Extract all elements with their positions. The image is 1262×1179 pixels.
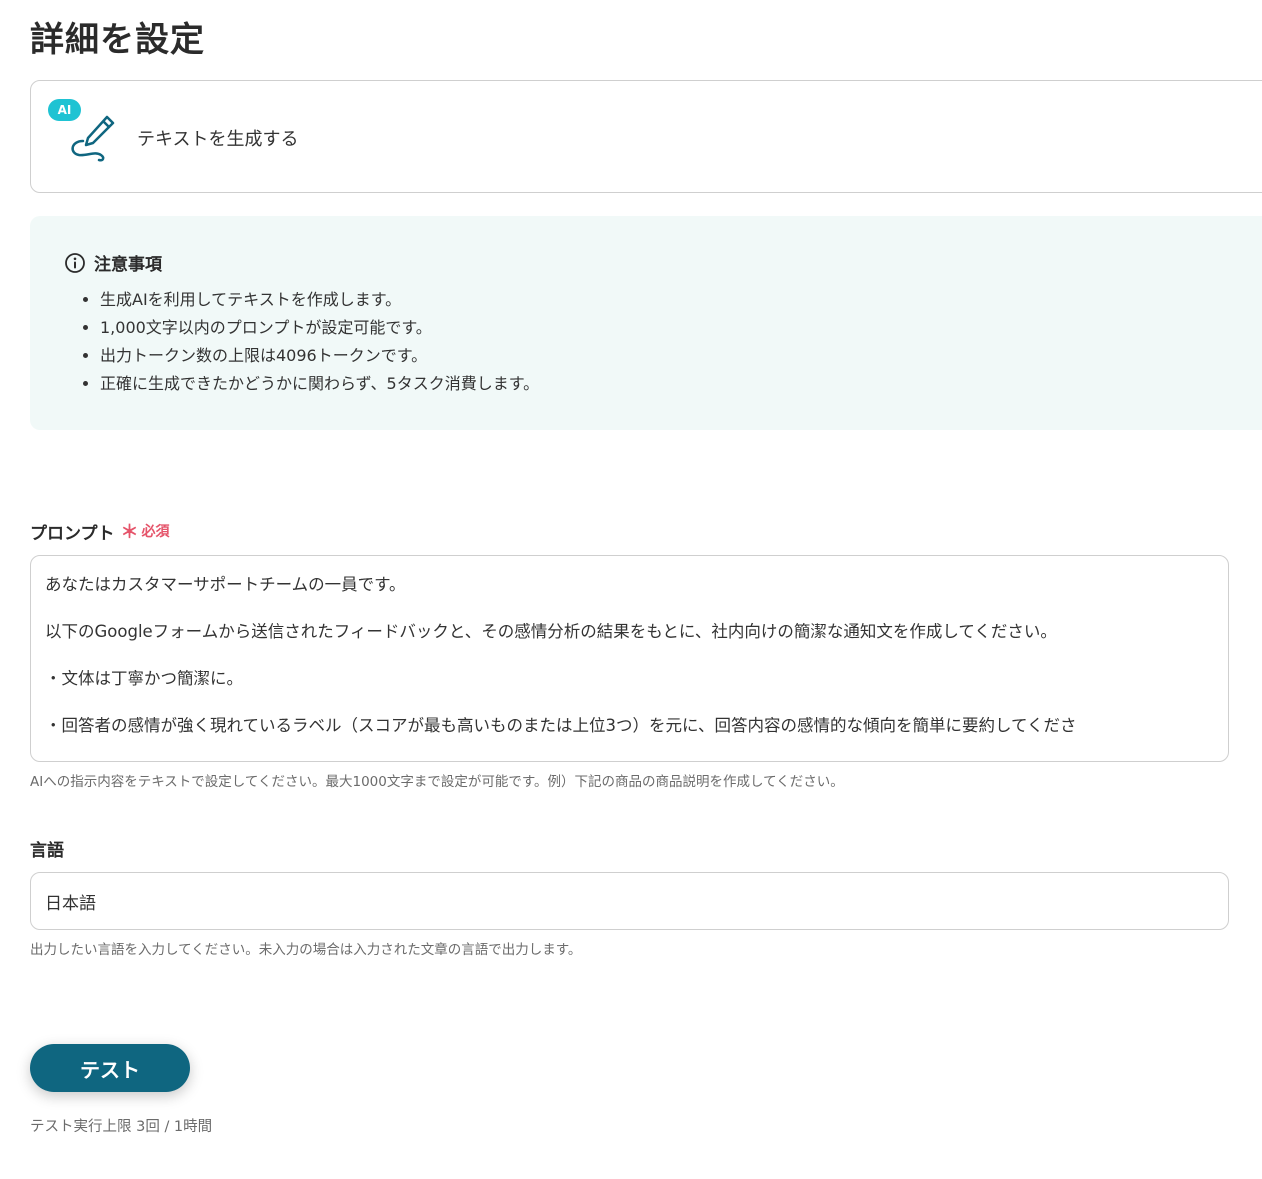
prompt-helper-text: AIへの指示内容をテキストで設定してください。最大1000文字まで設定が可能です…	[30, 774, 844, 790]
notice-box: 注意事項 生成AIを利用してテキストを作成します。 1,000文字以内のプロンプ…	[30, 216, 1262, 430]
notice-item: 1,000文字以内のプロンプトが設定可能です。	[100, 314, 539, 342]
info-icon	[65, 252, 85, 273]
pen-icon	[71, 115, 115, 162]
prompt-label-text: プロンプト	[30, 523, 115, 544]
notice-item: 生成AIを利用してテキストを作成します。	[100, 286, 539, 314]
prompt-line: 以下のGoogleフォームから送信されたフィードバックと、その感情分析の結果をも…	[45, 622, 1057, 641]
notice-item: 出力トークン数の上限は4096トークンです。	[100, 342, 539, 370]
notice-header: 注意事項	[64, 250, 162, 275]
prompt-textarea[interactable]: あなたはカスタマーサポートチームの一員です。 以下のGoogleフォームから送信…	[30, 555, 1229, 762]
language-label-text: 言語	[30, 841, 64, 861]
notice-list: 生成AIを利用してテキストを作成します。 1,000文字以内のプロンプトが設定可…	[80, 286, 539, 398]
language-helper-text: 出力したい言語を入力してください。未入力の場合は入力された文章の言語で出力します…	[30, 942, 582, 958]
page-title: 詳細を設定	[30, 20, 205, 60]
prompt-line: あなたはカスタマーサポートチームの一員です。	[45, 575, 406, 594]
notice-title: 注意事項	[94, 255, 162, 275]
action-card: AI テキストを生成する	[30, 80, 1262, 193]
required-text: 必須	[141, 524, 170, 540]
required-mark: ＊	[120, 522, 139, 543]
language-label: 言語	[30, 836, 64, 861]
test-limit-text: テスト実行上限 3回 / 1時間	[30, 1119, 213, 1135]
language-value: 日本語	[45, 893, 96, 914]
prompt-line: ・文体は丁寧かつ簡潔に。	[45, 669, 243, 688]
action-title: テキストを生成する	[137, 129, 299, 150]
test-button[interactable]: テスト	[30, 1044, 190, 1092]
prompt-label: プロンプト ＊ 必須	[30, 518, 170, 544]
language-input[interactable]: 日本語	[30, 872, 1229, 930]
prompt-line: ・回答者の感情が強く現れているラベル（スコアが最も高いものまたは上位3つ）を元に…	[45, 716, 1077, 735]
notice-item: 正確に生成できたかどうかに関わらず、5タスク消費します。	[100, 370, 539, 398]
